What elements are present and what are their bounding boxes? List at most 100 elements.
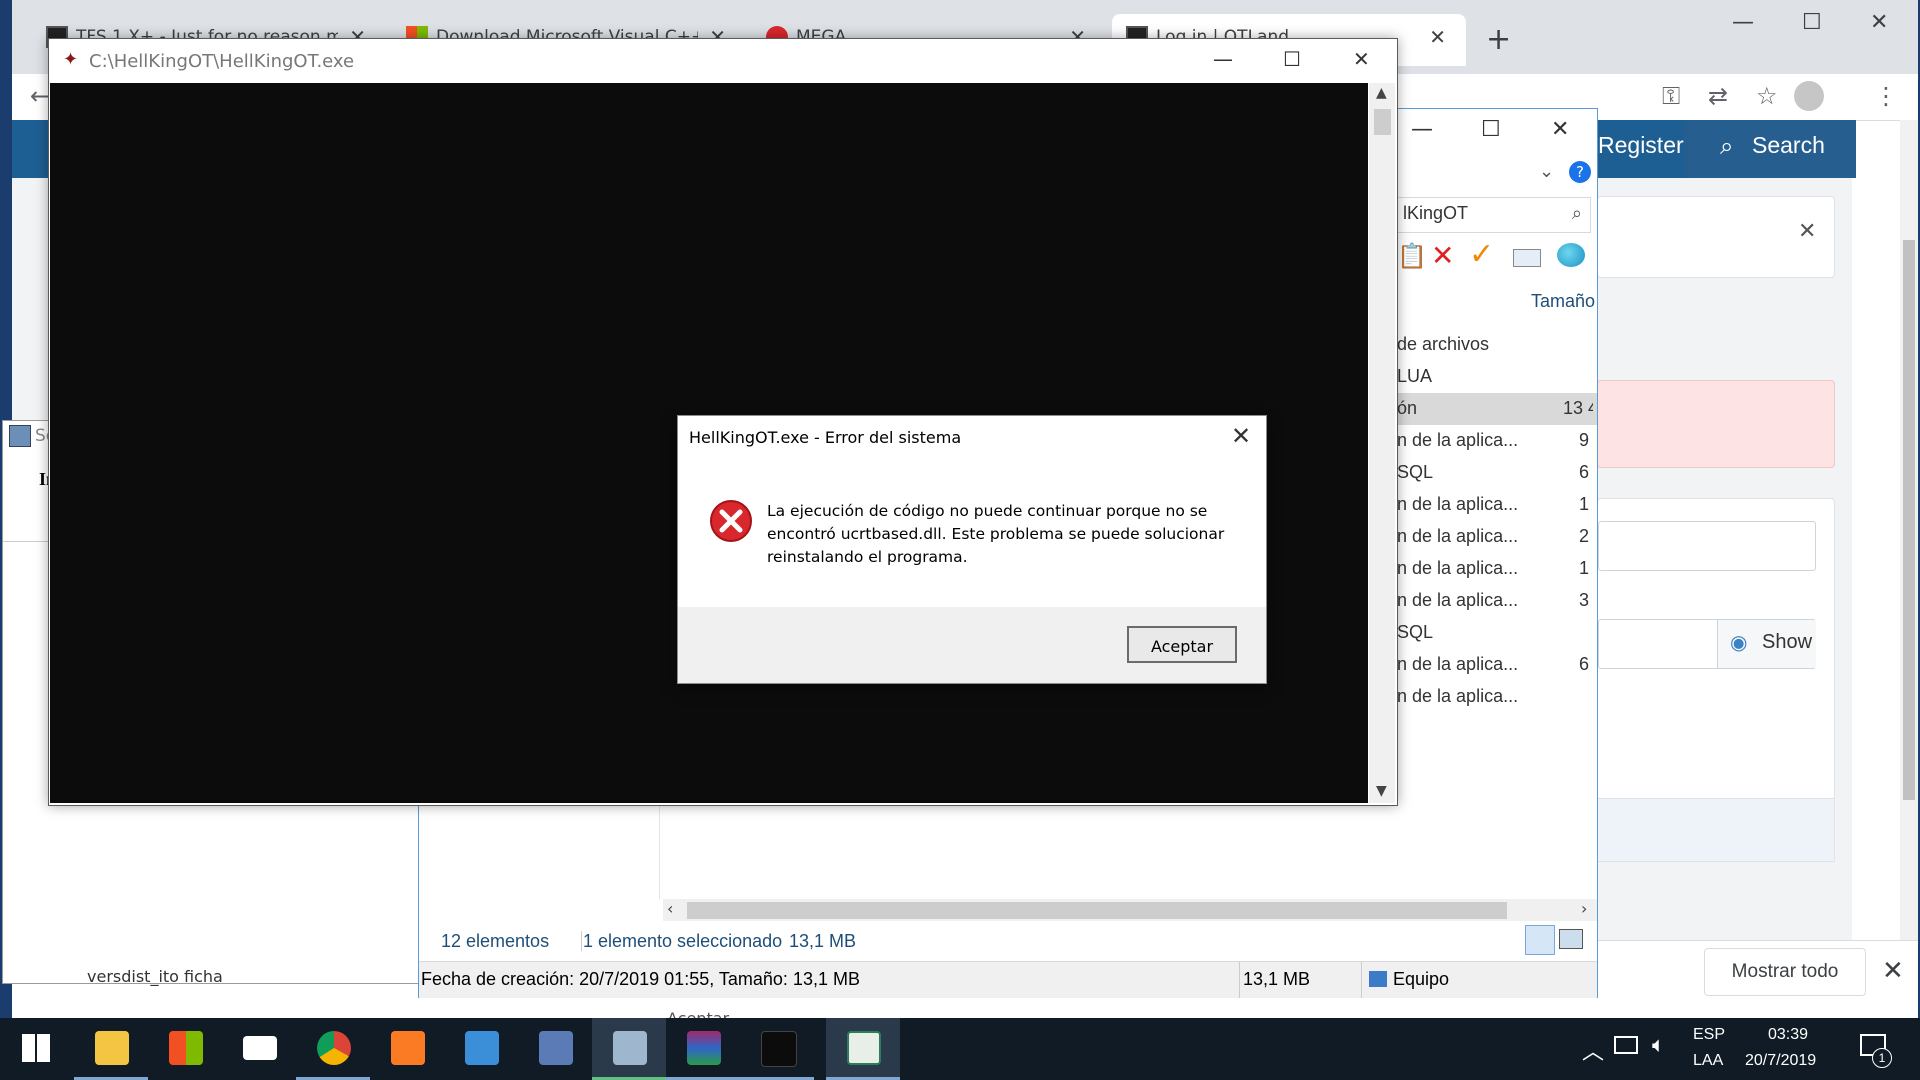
scroll-thumb[interactable]: [1374, 109, 1391, 135]
close-icon[interactable]: ✕: [1231, 422, 1251, 450]
help-icon[interactable]: ?: [1569, 161, 1591, 183]
password-input[interactable]: ◉ Show: [1598, 619, 1816, 669]
taskbar-winrar[interactable]: [666, 1018, 740, 1080]
item-name: n de la aplica...: [1397, 558, 1519, 578]
item-name: ón: [1397, 398, 1418, 418]
console-title-bar: ✦ C:\HellKingOT\HellKingOT.exe — ☐ ✕: [49, 39, 1397, 83]
minimize-icon[interactable]: —: [1213, 47, 1233, 71]
star-icon[interactable]: ☆: [1756, 82, 1778, 110]
ribbon-expand-chevron-icon[interactable]: ⌄: [1539, 161, 1554, 182]
taskbar-mail[interactable]: [222, 1018, 296, 1080]
form-footer: [1597, 798, 1835, 862]
search-input[interactable]: lKingOT: [1403, 203, 1468, 224]
checkmark-icon[interactable]: ✓: [1469, 237, 1494, 272]
clock-time[interactable]: 03:39: [1768, 1026, 1808, 1044]
maximize-icon[interactable]: ☐: [1802, 10, 1822, 35]
profile-icon[interactable]: [1794, 81, 1824, 111]
system-error-dialog: HellKingOT.exe - Error del sistema ✕ La …: [677, 415, 1267, 684]
list-item[interactable]: SQL 6: [1393, 457, 1597, 489]
delete-x-icon[interactable]: ✕: [1431, 239, 1454, 272]
register-link[interactable]: Register: [1598, 132, 1684, 159]
new-tab-button[interactable]: +: [1486, 22, 1511, 57]
translate-icon[interactable]: ⇄: [1708, 82, 1728, 110]
console-vertical-scrollbar[interactable]: ▲ ▼: [1369, 83, 1395, 803]
scroll-right-icon[interactable]: ›: [1581, 899, 1587, 918]
list-item[interactable]: n de la aplica... 1 4: [1393, 489, 1597, 521]
list-item[interactable]: n de la aplica... 2 6: [1393, 521, 1597, 553]
xampp-icon: [391, 1031, 425, 1065]
minimize-icon[interactable]: —: [1732, 10, 1754, 35]
windows-start-icon[interactable]: [22, 1034, 50, 1062]
close-icon[interactable]: ✕: [1798, 219, 1816, 244]
selected-size: 13,1 MB: [789, 931, 857, 951]
list-item-selected[interactable]: ón 13 4: [1393, 393, 1597, 425]
email-icon[interactable]: [1513, 249, 1541, 267]
item-name: n de la aplica...: [1397, 494, 1519, 514]
taskbar-hellkingot[interactable]: [740, 1018, 814, 1080]
list-item[interactable]: n de la aplica... 3: [1393, 585, 1597, 617]
chevron-up-icon[interactable]: ︿: [1582, 1034, 1604, 1066]
search-icon: ⌕: [1720, 133, 1734, 160]
item-name: n de la aplica...: [1397, 654, 1519, 674]
keyboard-layout[interactable]: LAA: [1693, 1052, 1723, 1070]
close-icon[interactable]: ✕: [1551, 117, 1569, 142]
close-icon[interactable]: ✕: [1882, 956, 1904, 986]
mail-icon: [243, 1036, 277, 1060]
close-icon[interactable]: ✕: [1353, 47, 1370, 71]
item-name: SQL: [1397, 462, 1434, 482]
taskbar-chrome[interactable]: [296, 1018, 370, 1080]
maximize-icon[interactable]: ☐: [1481, 117, 1501, 142]
dialog-title: HellKingOT.exe - Error del sistema: [689, 428, 962, 447]
item-name: de archivos: [1397, 334, 1490, 354]
taskbar-remote-desktop[interactable]: [518, 1018, 592, 1080]
taskbar-console[interactable]: [826, 1018, 900, 1080]
app-icon: ✦: [63, 49, 79, 70]
list-item[interactable]: n de la aplica... 1 2: [1393, 553, 1597, 585]
network-icon[interactable]: [1614, 1036, 1638, 1054]
key-icon[interactable]: ⚿: [1662, 82, 1680, 110]
scroll-down-icon[interactable]: ▼: [1376, 783, 1387, 799]
selected-count: 1 elemento seleccionado: [583, 931, 783, 951]
tab-close-icon[interactable]: ✕: [1429, 25, 1446, 49]
list-item[interactable]: n de la aplica...: [1393, 681, 1597, 713]
taskbar-store[interactable]: [148, 1018, 222, 1080]
list-item[interactable]: de archivos: [1393, 329, 1597, 361]
clipboard-icon[interactable]: 📋: [1397, 242, 1427, 270]
close-icon[interactable]: ✕: [1870, 10, 1888, 35]
scroll-left-icon[interactable]: ‹: [667, 899, 673, 918]
list-item[interactable]: n de la aplica... 9: [1393, 425, 1597, 457]
large-icons-view-icon[interactable]: [1559, 929, 1583, 949]
scroll-thumb[interactable]: [687, 902, 1507, 919]
scroll-thumb[interactable]: [1903, 240, 1915, 800]
column-header-size[interactable]: Tamaño: [1531, 291, 1595, 312]
show-password-button[interactable]: ◉ Show: [1717, 620, 1816, 668]
scroll-up-icon[interactable]: ▲: [1376, 85, 1387, 101]
ok-button[interactable]: Aceptar: [1127, 626, 1237, 663]
search-link[interactable]: Search: [1752, 132, 1825, 159]
taskbar-installer[interactable]: [592, 1018, 666, 1080]
item-count: 12 elementos: [441, 931, 550, 951]
list-item[interactable]: LUA: [1393, 361, 1597, 393]
minimize-icon[interactable]: —: [1411, 117, 1433, 142]
menu-icon[interactable]: ⋮: [1874, 82, 1898, 110]
taskbar-file-explorer[interactable]: [74, 1018, 148, 1080]
volume-icon[interactable]: 🔈︎: [1652, 1032, 1665, 1058]
item-name: SQL: [1397, 622, 1434, 642]
chrome-page-scrollbar[interactable]: [1900, 120, 1918, 940]
maximize-icon[interactable]: ☐: [1283, 47, 1301, 71]
taskbar-outlook[interactable]: [444, 1018, 518, 1080]
list-item[interactable]: SQL: [1393, 617, 1597, 649]
taskbar-xampp[interactable]: [370, 1018, 444, 1080]
explorer-search-box[interactable]: lKingOT ⌕: [1394, 197, 1591, 233]
show-all-downloads-button[interactable]: Mostrar todo: [1704, 948, 1866, 996]
globe-icon[interactable]: [1557, 243, 1585, 267]
explorer-horizontal-scrollbar[interactable]: ‹ ›: [663, 899, 1597, 921]
clock-date[interactable]: 20/7/2019: [1745, 1052, 1816, 1070]
item-size: 13 4: [1563, 398, 1593, 418]
username-input[interactable]: [1598, 521, 1816, 571]
language-code[interactable]: ESP: [1693, 1026, 1725, 1044]
list-item[interactable]: n de la aplica... 6: [1393, 649, 1597, 681]
details-view-icon[interactable]: [1525, 925, 1555, 955]
item-size: 9: [1579, 430, 1590, 450]
item-size: 1 4: [1579, 494, 1593, 514]
